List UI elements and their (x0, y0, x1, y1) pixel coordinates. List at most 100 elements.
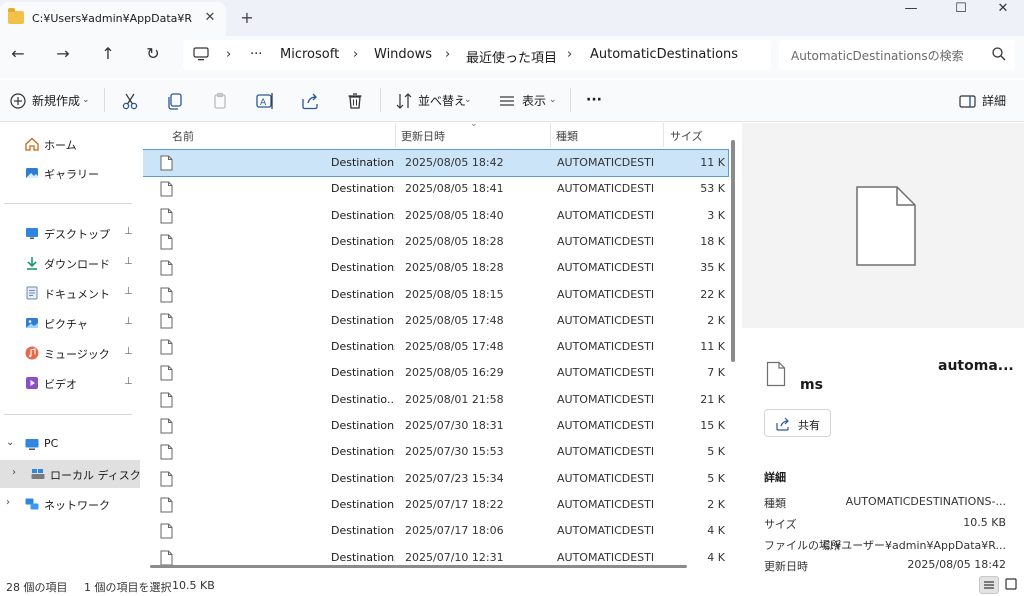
column-header-type[interactable]: 種類 (556, 128, 578, 152)
file-date: 2025/08/05 18:28 (405, 261, 504, 275)
file-type: AUTOMATICDESTI... (557, 234, 655, 248)
minimize-button[interactable]: — (888, 0, 934, 20)
sidebar-item-gallery[interactable]: ギャラリー (0, 159, 140, 187)
tiles-view-button[interactable] (1002, 576, 1022, 594)
new-tab-button[interactable]: + (236, 7, 258, 29)
file-date: 2025/08/05 18:42 (405, 156, 504, 169)
rename-icon[interactable]: A (255, 91, 275, 111)
preview-pane (742, 123, 1024, 328)
sidebar-item-home[interactable]: ホーム (0, 130, 140, 158)
toolbar-divider (380, 88, 381, 112)
sidebar-item-desktop[interactable]: デスクトップ ⊥ (0, 219, 140, 247)
file-row[interactable]: Destinations... 2025/07/30 15:53 AUTOMATIC… (143, 439, 728, 465)
file-row[interactable]: Destination... 2025/08/05 18:15 AUTOMATICD… (143, 282, 728, 308)
file-row[interactable]: Destination... 2025/08/05 17:48 AUTOMATICD… (143, 308, 728, 334)
copy-icon[interactable] (165, 91, 185, 111)
breadcrumb-microsoft[interactable]: Microsoft (280, 47, 339, 62)
column-header-size[interactable]: サイズ (670, 128, 703, 152)
file-size: 7 K (707, 366, 725, 380)
breadcrumb-recent[interactable]: 最近使った項目 (466, 47, 557, 66)
file-name: Destinations... (331, 208, 395, 222)
sidebar-item-network[interactable]: › ネットワーク (0, 490, 140, 518)
file-row[interactable]: Destination... 2025/08/05 16:29 AUTOMATICD… (143, 360, 728, 386)
close-window-button[interactable]: ✕ (980, 0, 1024, 20)
file-row[interactable]: Destination... 2025/07/30 18:31 AUTOMATICD… (143, 413, 728, 439)
back-button[interactable]: ← (5, 41, 31, 67)
file-icon (160, 155, 173, 171)
pc-icon (25, 439, 39, 450)
share-icon (776, 417, 789, 431)
share-button[interactable]: 共有 (764, 409, 831, 437)
maximize-button[interactable]: ☐ (938, 0, 984, 20)
download-icon (27, 257, 37, 270)
share-icon[interactable] (300, 91, 320, 111)
file-row[interactable]: Destination... 2025/07/17 18:22 AUTOMATICD… (143, 492, 728, 518)
file-size: 11 K (700, 156, 725, 169)
sidebar-item-label: ネットワーク (44, 499, 110, 512)
file-size: 4 K (707, 550, 725, 564)
file-row[interactable]: Destinations... 2025/08/05 18:40 AUTOMATIC… (143, 203, 728, 229)
paste-icon[interactable] (210, 91, 230, 111)
share-label: 共有 (798, 419, 820, 432)
breadcrumb-windows[interactable]: Windows (374, 47, 432, 62)
sidebar-item-downloads[interactable]: ダウンロード ⊥ (0, 249, 140, 277)
sidebar-item-videos[interactable]: ビデオ ⊥ (0, 369, 140, 397)
sidebar-item-documents[interactable]: ドキュメント ⊥ (0, 279, 140, 307)
file-type: AUTOMATICDESTI... (557, 550, 655, 564)
file-row[interactable]: Destinations... 2025/08/05 18:28 AUTOMATIC… (143, 255, 728, 281)
sidebar-item-pictures[interactable]: ピクチャ ⊥ (0, 309, 140, 337)
pin-icon: ⊥ (124, 286, 133, 297)
sidebar-item-local-disk[interactable]: › ローカル ディスク (C:) (0, 460, 164, 488)
sidebar-item-label: ミュージック (44, 348, 110, 361)
chevron-right-icon[interactable]: › (6, 497, 10, 508)
breadcrumb-separator: › (226, 47, 232, 62)
refresh-button[interactable]: ↻ (140, 41, 166, 67)
search-box[interactable]: AutomaticDestinationsの検索 (779, 40, 1015, 70)
chevron-right-icon[interactable]: › (12, 467, 16, 478)
forward-button[interactable]: → (50, 41, 76, 67)
file-row[interactable]: Destinatio... 2025/08/01 21:58 AUTOMATICDE… (143, 387, 728, 413)
details-view-button[interactable] (979, 576, 999, 594)
delete-icon[interactable] (345, 91, 365, 111)
file-icon (160, 313, 173, 329)
file-row[interactable]: Destinations... 2025/07/23 15:34 AUTOMATIC… (143, 466, 728, 492)
file-icon (160, 418, 173, 434)
column-header-name[interactable]: 名前 (172, 128, 194, 152)
details-button[interactable]: 詳細 (982, 89, 1006, 113)
breadcrumb-more-button[interactable]: ··· (250, 47, 262, 62)
file-date: 2025/07/23 15:34 (405, 471, 504, 485)
file-type: AUTOMATICDESTI... (557, 340, 655, 354)
column-header-date[interactable]: 更新日時 (401, 128, 445, 152)
pin-icon: ⊥ (124, 376, 133, 387)
sidebar-item-music[interactable]: ミュージック ⊥ (0, 339, 140, 367)
cut-icon[interactable] (120, 91, 140, 111)
file-type: AUTOMATICDESTI... (557, 261, 655, 275)
column-divider[interactable] (395, 123, 396, 147)
vertical-scrollbar[interactable] (731, 140, 735, 362)
tab-close-icon[interactable]: ✕ (201, 9, 219, 27)
file-row[interactable]: Destinations-... 2025/08/05 17:48 AUTOMATI… (143, 334, 728, 360)
breadcrumb-automaticdestinations[interactable]: AutomaticDestinations (590, 47, 738, 62)
more-options-button[interactable]: ··· (586, 88, 602, 112)
file-row[interactable]: Destination... 2025/08/05 18:42 AUTOMATICD… (143, 149, 729, 177)
file-row[interactable]: Destinations... 2025/08/05 18:41 AUTOMATIC… (143, 176, 728, 202)
status-bar: 28 個の項目 1 個の項目を選択 10.5 KB (0, 574, 1024, 596)
column-divider[interactable] (663, 123, 664, 147)
up-button[interactable]: ↑ (95, 41, 121, 67)
file-size: 11 K (700, 340, 725, 354)
file-row[interactable]: Destinations... 2025/08/05 18:28 AUTOMATIC… (143, 229, 728, 255)
sidebar-item-pc[interactable]: ⌄ PC (0, 430, 140, 458)
sort-button[interactable]: 並べ替え (418, 89, 466, 113)
sidebar-divider (4, 203, 132, 204)
chevron-down-icon[interactable]: ⌄ (6, 437, 14, 448)
view-button[interactable]: 表示 (522, 89, 546, 113)
sort-icon (396, 93, 412, 109)
file-size: 3 K (707, 208, 725, 222)
file-row[interactable]: Destination... 2025/07/17 18:06 AUTOMATICD… (143, 518, 728, 544)
new-button[interactable]: 新規作成 (32, 89, 80, 113)
file-date: 2025/07/17 18:22 (405, 497, 504, 511)
file-icon (160, 444, 173, 460)
column-divider[interactable] (550, 123, 551, 147)
horizontal-scrollbar[interactable] (150, 565, 687, 568)
tab-active[interactable]: C:¥Users¥admin¥AppData¥Ro ✕ (0, 2, 226, 36)
